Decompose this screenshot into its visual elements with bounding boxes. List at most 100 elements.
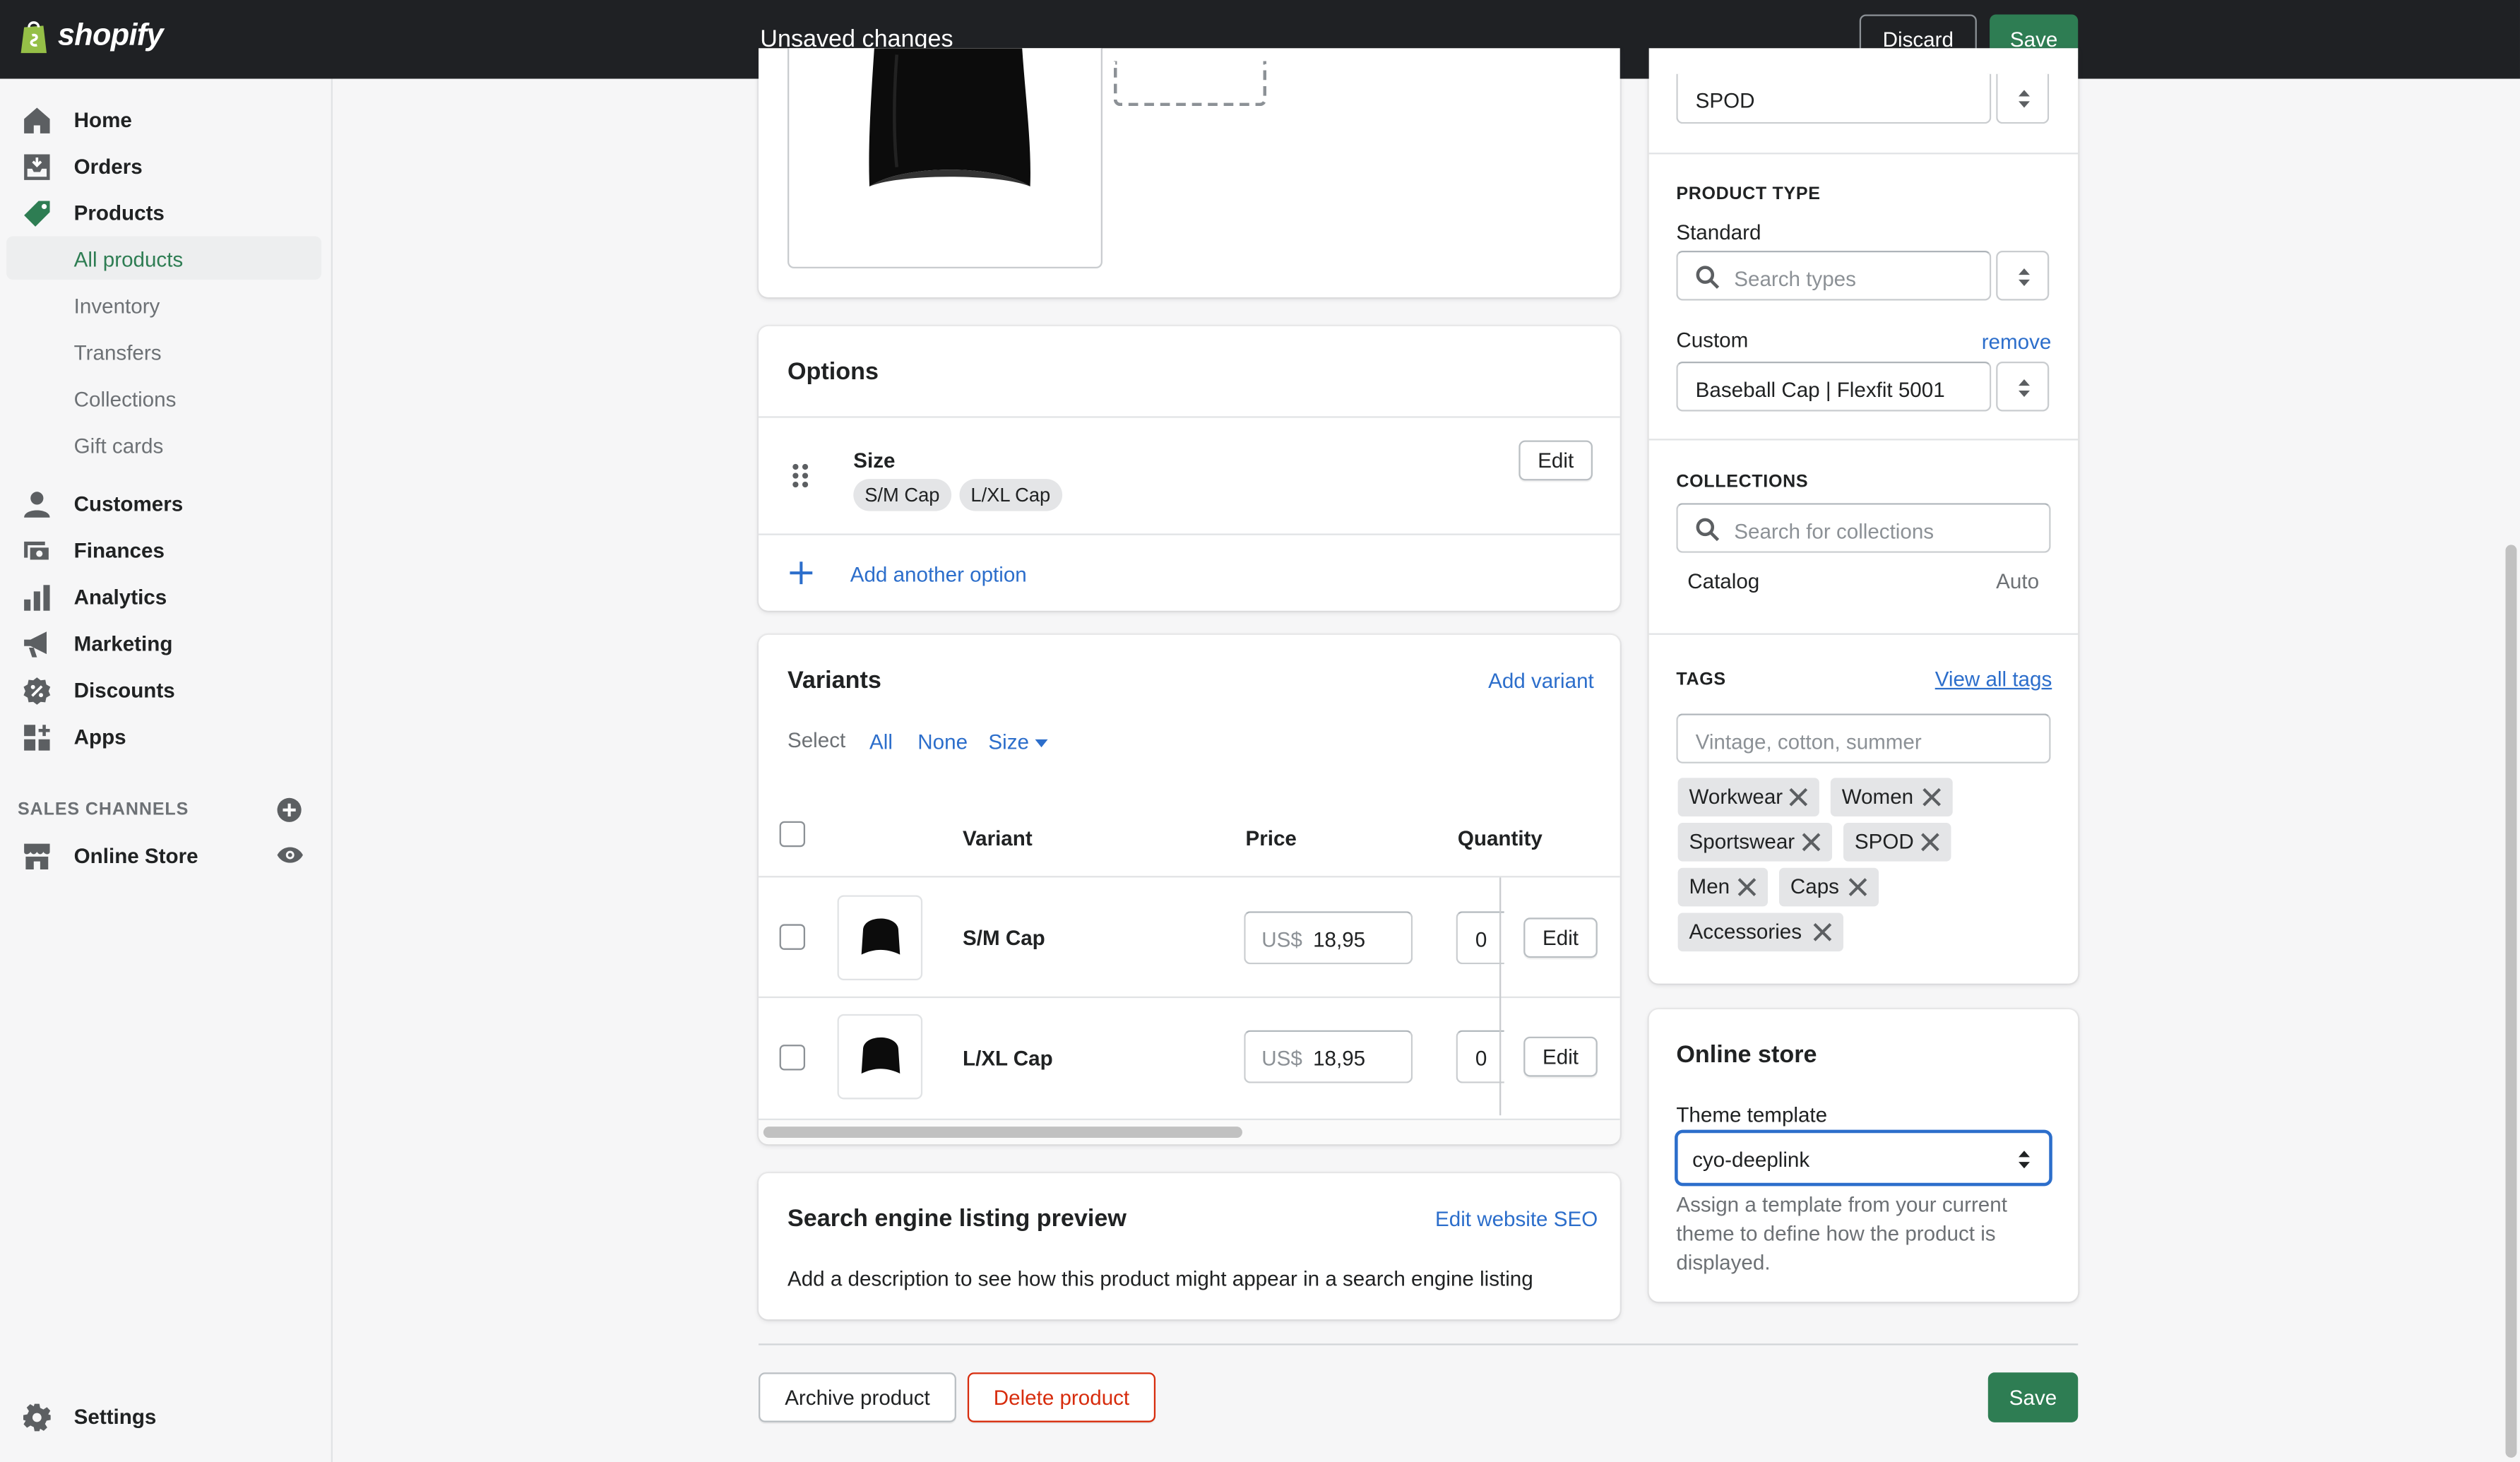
- row-checkbox[interactable]: [779, 1045, 806, 1071]
- cap-thumbnail-image: [861, 1037, 901, 1074]
- archive-product-button[interactable]: Archive product: [759, 1372, 956, 1422]
- sidebar-subitem-gift-cards[interactable]: Gift cards: [6, 422, 321, 465]
- select-all-checkbox[interactable]: [779, 821, 806, 848]
- page-scrollbar-track[interactable]: [2502, 78, 2520, 1462]
- subitem-label: Collections: [73, 387, 177, 412]
- collections-search-input[interactable]: Search for collections: [1676, 503, 2051, 553]
- online-store-title: Online store: [1676, 1041, 1817, 1069]
- add-another-option-link[interactable]: Add another option: [850, 562, 1027, 586]
- custom-type-input[interactable]: Baseball Cap | Flexfit 5001: [1676, 361, 1992, 412]
- sidebar-item-finances[interactable]: Finances: [0, 527, 333, 573]
- sidebar-item-home[interactable]: Home: [0, 97, 333, 143]
- close-icon[interactable]: [1920, 786, 1943, 809]
- currency-prefix: US$: [1261, 1046, 1302, 1071]
- tag-label: Men: [1689, 874, 1730, 899]
- close-icon[interactable]: [1787, 786, 1809, 809]
- horizontal-scrollbar-track[interactable]: [759, 1118, 1620, 1145]
- edit-option-button[interactable]: Edit: [1518, 440, 1593, 481]
- sidebar-item-customers[interactable]: Customers: [0, 480, 333, 527]
- add-variant-link[interactable]: Add variant: [1488, 669, 1594, 693]
- edit-variant-button[interactable]: Edit: [1523, 1036, 1598, 1077]
- sidebar-subitem-all-products[interactable]: All products: [6, 236, 322, 280]
- close-icon[interactable]: [1800, 831, 1823, 853]
- product-image-tile[interactable]: [787, 48, 1102, 269]
- custom-type-dropdown-toggle[interactable]: [1996, 361, 2050, 412]
- product-type-search-input[interactable]: Search types: [1676, 250, 1992, 301]
- tag-chip: Caps: [1778, 867, 1879, 907]
- close-icon[interactable]: [1736, 876, 1759, 898]
- variant-thumbnail[interactable]: [837, 895, 923, 981]
- sidebar-item-label: Finances: [73, 538, 165, 563]
- edit-website-seo-link[interactable]: Edit website SEO: [1435, 1207, 1598, 1231]
- sidebar-item-products[interactable]: Products: [0, 190, 333, 237]
- quantity-input[interactable]: 0: [1456, 911, 1504, 965]
- sidebar-subitem-collections[interactable]: Collections: [6, 376, 321, 419]
- sidebar-item-label: Apps: [73, 725, 126, 749]
- collection-type: Auto: [1996, 569, 2040, 593]
- tag-chip: SPOD: [1843, 823, 1951, 862]
- price-input[interactable]: US$ 18,95: [1244, 911, 1413, 965]
- tag-label: Women: [1841, 784, 1914, 809]
- price-input[interactable]: US$ 18,95: [1244, 1030, 1413, 1083]
- search-types-placeholder: Search types: [1734, 266, 1856, 291]
- collection-name[interactable]: Catalog: [1687, 569, 1759, 593]
- shopify-logo[interactable]: shopify: [58, 19, 164, 54]
- remove-custom-type-link[interactable]: remove: [1982, 329, 2052, 353]
- sidebar-item-orders[interactable]: Orders: [0, 143, 333, 190]
- quantity-input[interactable]: 0: [1456, 1030, 1504, 1083]
- close-icon[interactable]: [1919, 831, 1942, 853]
- row-checkbox[interactable]: [779, 924, 806, 950]
- theme-help-text-line-3: displayed.: [1676, 1250, 1771, 1275]
- cap-image: [869, 48, 1030, 186]
- discount-icon: [23, 677, 51, 705]
- shopify-bag-icon[interactable]: [19, 19, 49, 54]
- table-row[interactable]: L/XL Cap US$ 18,95 0 Edit: [759, 998, 1620, 1117]
- seo-description: Add a description to see how this produc…: [787, 1266, 1533, 1291]
- product-type-heading: PRODUCT TYPE: [1676, 184, 1821, 204]
- sidebar-item-discounts[interactable]: Discounts: [0, 667, 333, 713]
- custom-label: Custom: [1676, 328, 1749, 352]
- edit-variant-button[interactable]: Edit: [1523, 917, 1598, 958]
- sidebar-subitem-inventory[interactable]: Inventory: [6, 283, 321, 326]
- select-arrows-icon: [2019, 1151, 2030, 1169]
- theme-template-select[interactable]: cyo-deeplink: [1675, 1129, 2052, 1187]
- horizontal-scrollbar-thumb[interactable]: [763, 1127, 1242, 1139]
- vendor-dropdown-toggle[interactable]: [1996, 73, 2050, 124]
- sidebar-item-apps[interactable]: Apps: [0, 713, 333, 760]
- save-button-bottom[interactable]: Save: [1987, 1372, 2079, 1422]
- sidebar-item-marketing[interactable]: Marketing: [0, 620, 333, 667]
- variant-name[interactable]: L/XL Cap: [963, 1046, 1053, 1070]
- megaphone-icon: [24, 631, 47, 658]
- tag-label: Sportswear: [1689, 829, 1795, 854]
- currency-prefix: US$: [1261, 927, 1302, 952]
- page-scrollbar-thumb[interactable]: [2505, 545, 2517, 1458]
- finances-icon: [24, 541, 52, 562]
- select-none-link[interactable]: None: [917, 730, 968, 754]
- select-size-dropdown[interactable]: Size: [988, 730, 1049, 754]
- sidebar-item-analytics[interactable]: Analytics: [0, 573, 333, 620]
- option-value-pill: L/XL Cap: [959, 479, 1062, 511]
- variant-thumbnail[interactable]: [837, 1014, 923, 1100]
- tag-chip: Workwear: [1677, 778, 1819, 816]
- view-all-tags-link[interactable]: View all tags: [1935, 667, 2052, 691]
- add-media-dropzone[interactable]: [1113, 61, 1267, 107]
- vendor-input[interactable]: SPOD: [1676, 73, 1992, 124]
- select-arrows-icon: [2019, 268, 2030, 287]
- tags-placeholder: Vintage, cotton, summer: [1695, 730, 1922, 754]
- select-arrows-icon: [2019, 379, 2030, 398]
- add-sales-channel-icon[interactable]: [276, 797, 302, 823]
- table-row[interactable]: S/M Cap US$ 18,95 0 Edit: [759, 877, 1620, 996]
- select-all-link[interactable]: All: [869, 730, 893, 754]
- plus-icon[interactable]: [789, 561, 813, 585]
- eye-icon[interactable]: [276, 844, 304, 867]
- tags-input[interactable]: Vintage, cotton, summer: [1676, 713, 2051, 763]
- close-icon[interactable]: [1811, 921, 1833, 944]
- product-type-dropdown-toggle[interactable]: [1996, 250, 2050, 301]
- sidebar-subitem-transfers[interactable]: Transfers: [6, 329, 321, 372]
- delete-product-button[interactable]: Delete product: [967, 1372, 1156, 1422]
- select-label: Select: [787, 727, 846, 752]
- close-icon[interactable]: [1847, 876, 1870, 898]
- drag-handle-icon[interactable]: [791, 463, 810, 488]
- sidebar-item-settings[interactable]: Settings: [0, 1393, 333, 1440]
- variant-name[interactable]: S/M Cap: [963, 926, 1045, 950]
